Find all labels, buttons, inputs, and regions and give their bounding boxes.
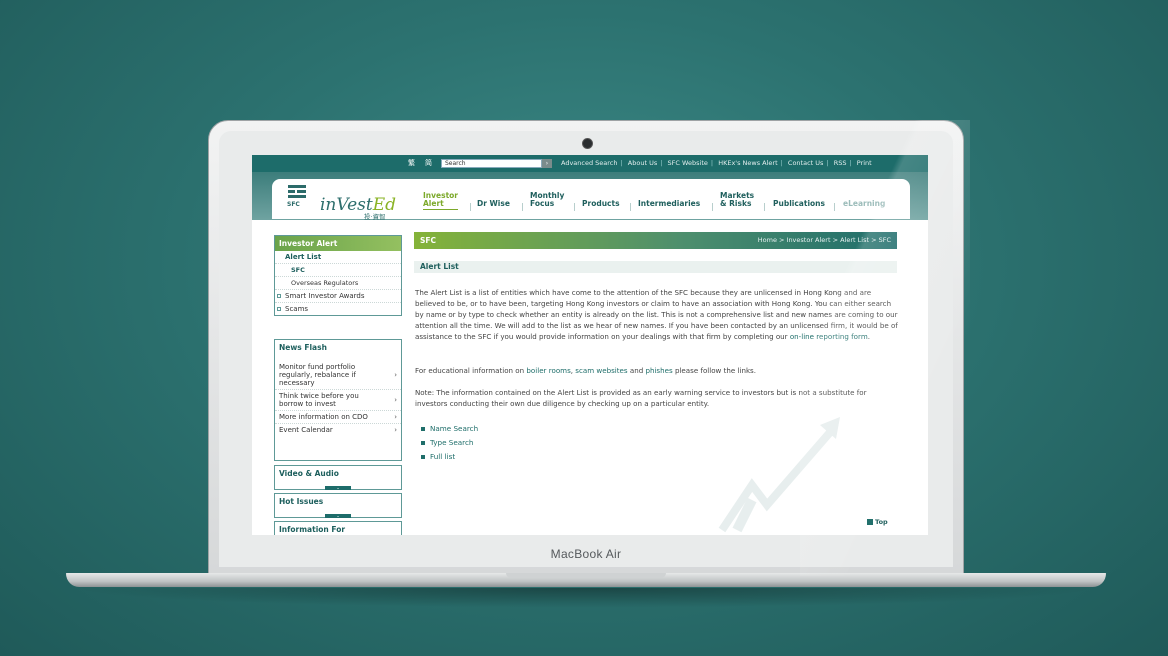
search-go-button[interactable]: › [542, 159, 552, 168]
lang-traditional-link[interactable]: 繁 [408, 158, 415, 168]
news-item[interactable]: More information on CDO › [275, 410, 401, 423]
chevron-right-icon: › [394, 396, 397, 404]
type-search-link[interactable]: Type Search [420, 436, 478, 450]
search-links-list: Name Search Type Search Full list [420, 422, 478, 464]
news-item[interactable]: Monitor fund portfolio regularly, rebala… [275, 361, 401, 389]
laptop-base [66, 573, 1106, 587]
page-title-bar: SFC Home > Investor Alert > Alert List >… [414, 232, 897, 249]
expand-down-icon: ⌄ [325, 514, 351, 518]
sfc-logo-label: SFC [287, 201, 300, 208]
information-for-panel[interactable]: Information For [274, 521, 402, 535]
expand-icon [277, 294, 281, 298]
phishes-link[interactable]: phishes [645, 366, 672, 375]
boiler-rooms-link[interactable]: boiler rooms [526, 366, 570, 375]
search-input[interactable]: Search [441, 159, 542, 168]
news-item[interactable]: Think twice before you borrow to invest › [275, 389, 401, 410]
top-links: Advanced Search | About Us | SFC Website | … [561, 159, 872, 167]
browser-screen: 繁 简 Search › Advanced Search | About Us | … [252, 155, 928, 535]
advanced-search-link[interactable]: Advanced Search [561, 159, 618, 167]
sfc-website-link[interactable]: SFC Website [668, 159, 708, 167]
top-arrow-icon [867, 519, 873, 525]
section-title: Alert List [414, 261, 897, 273]
contact-us-link[interactable]: Contact Us [788, 159, 824, 167]
nav-dr-wise[interactable]: Dr Wise [477, 200, 510, 208]
about-us-link[interactable]: About Us [628, 159, 657, 167]
investor-alert-panel: Investor Alert Alert List SFC Overseas R… [274, 235, 402, 316]
sidebar-item-overseas-regulators[interactable]: Overseas Regulators [275, 276, 401, 289]
investor-alert-heading[interactable]: Investor Alert [275, 236, 401, 251]
news-flash-panel: News Flash Monitor fund portfolio regula… [274, 339, 402, 461]
nav-investor-alert[interactable]: Investor Alert [423, 192, 459, 210]
sfc-logo[interactable] [288, 185, 308, 215]
laptop-shadow [70, 588, 1100, 608]
breadcrumb[interactable]: Home > Investor Alert > Alert List > SFC [758, 236, 891, 244]
base-notch [506, 573, 666, 578]
nav-publications[interactable]: Publications [773, 200, 825, 208]
chevron-right-icon: › [394, 426, 397, 434]
sidebar-item-smart-investor-awards[interactable]: Smart Investor Awards [275, 289, 401, 302]
expand-down-icon: ⌄ [325, 486, 351, 490]
video-audio-panel[interactable]: Video & Audio ⌄ [274, 465, 402, 490]
back-to-top-link[interactable]: Top [867, 518, 888, 526]
name-search-link[interactable]: Name Search [420, 422, 478, 436]
scam-websites-link[interactable]: scam websites [575, 366, 627, 375]
chevron-right-icon: › [394, 413, 397, 421]
news-flash-heading: News Flash [279, 343, 327, 352]
nav-markets-risks[interactable]: Markets & Risks [720, 192, 754, 208]
camera-icon [582, 138, 593, 149]
sidebar-item-alert-list[interactable]: Alert List [275, 251, 401, 263]
header: SFC inVestEd 投·資智 Investor Alert Dr Wise … [272, 179, 910, 221]
hot-issues-panel[interactable]: Hot Issues ⌄ [274, 493, 402, 518]
chevron-right-icon: › [394, 371, 397, 379]
nav-monthly-focus[interactable]: Monthly Focus [530, 192, 564, 208]
print-link[interactable]: Print [857, 159, 872, 167]
page-title: SFC [420, 236, 437, 245]
expand-icon [277, 307, 281, 311]
intro-paragraph: The Alert List is a list of entities whi… [415, 288, 898, 341]
growth-arrow-watermark [718, 417, 840, 533]
full-list-link[interactable]: Full list [420, 450, 478, 464]
hkex-news-alert-link[interactable]: HKEx's News Alert [718, 159, 777, 167]
sidebar-item-sfc[interactable]: SFC [275, 263, 401, 276]
nav-elearning[interactable]: eLearning [843, 200, 885, 208]
top-utility-bar: 繁 简 Search › Advanced Search | About Us | … [252, 155, 928, 172]
online-reporting-form-link[interactable]: on-line reporting form [790, 332, 868, 341]
nav-intermediaries[interactable]: Intermediaries [638, 200, 700, 208]
hot-issues-heading: Hot Issues [279, 497, 324, 506]
video-audio-heading: Video & Audio [279, 469, 339, 478]
lang-simplified-link[interactable]: 简 [425, 158, 432, 168]
invested-logo-chinese: 投·資智 [364, 213, 386, 221]
laptop-brand-label: MacBook Air [550, 547, 622, 561]
rss-link[interactable]: RSS [834, 159, 847, 167]
information-for-heading: Information For [279, 525, 346, 534]
event-calendar-link[interactable]: Event Calendar › [275, 423, 401, 436]
educational-paragraph: For educational information on boiler ro… [415, 366, 757, 375]
nav-products[interactable]: Products [582, 200, 620, 208]
sidebar-item-scams[interactable]: Scams [275, 302, 401, 315]
